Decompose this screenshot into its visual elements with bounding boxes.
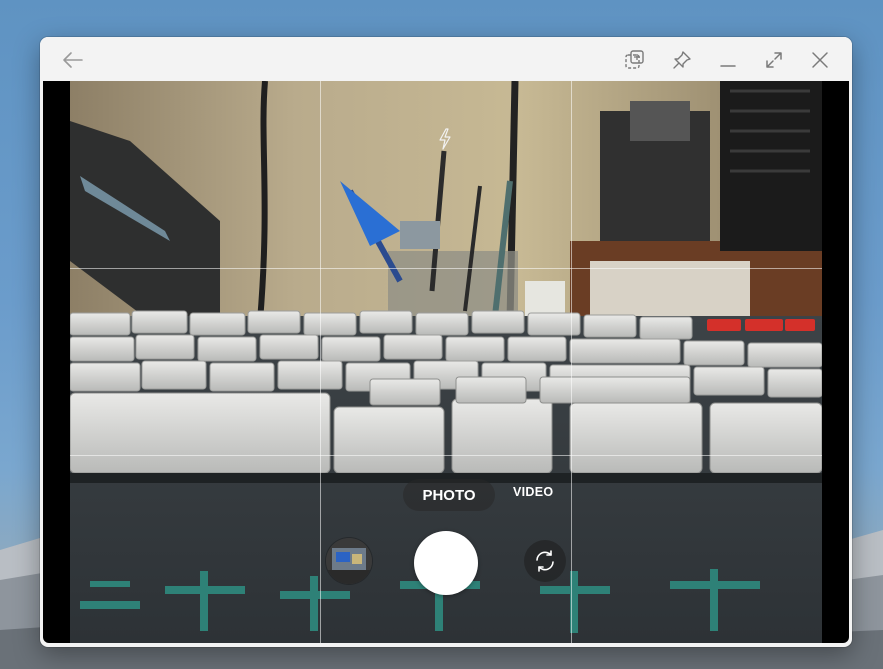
mode-video-label: VIDEO [513,485,554,499]
minimize-button[interactable] [711,44,745,76]
screenshot-button[interactable] [618,44,652,76]
close-icon [812,52,828,68]
grid-line [70,268,822,269]
grid-line [320,81,321,643]
minimize-icon [720,65,736,67]
switch-camera-button[interactable] [524,540,566,582]
grid-line [70,455,822,456]
mode-video[interactable]: VIDEO [513,485,553,499]
grid-line [571,81,572,643]
camera-window: PHOTO VIDEO [40,37,852,647]
camera-viewfinder[interactable]: PHOTO VIDEO [43,81,849,643]
auto-flash-icon[interactable] [437,128,453,150]
pin-button[interactable] [665,44,699,76]
thumbnail-image [326,538,372,584]
close-button[interactable] [803,44,837,76]
back-button[interactable] [55,44,89,76]
shutter-button[interactable] [414,531,478,595]
back-arrow-icon [63,52,83,68]
gallery-thumbnail[interactable] [326,538,372,584]
switch-camera-icon [536,550,554,572]
mode-photo-label: PHOTO [422,486,476,504]
maximize-button[interactable] [757,44,791,76]
title-bar[interactable] [40,37,852,81]
mode-photo[interactable]: PHOTO [403,479,495,511]
maximize-icon [766,52,782,68]
pin-icon [673,51,691,69]
screenshot-icon [625,50,644,69]
